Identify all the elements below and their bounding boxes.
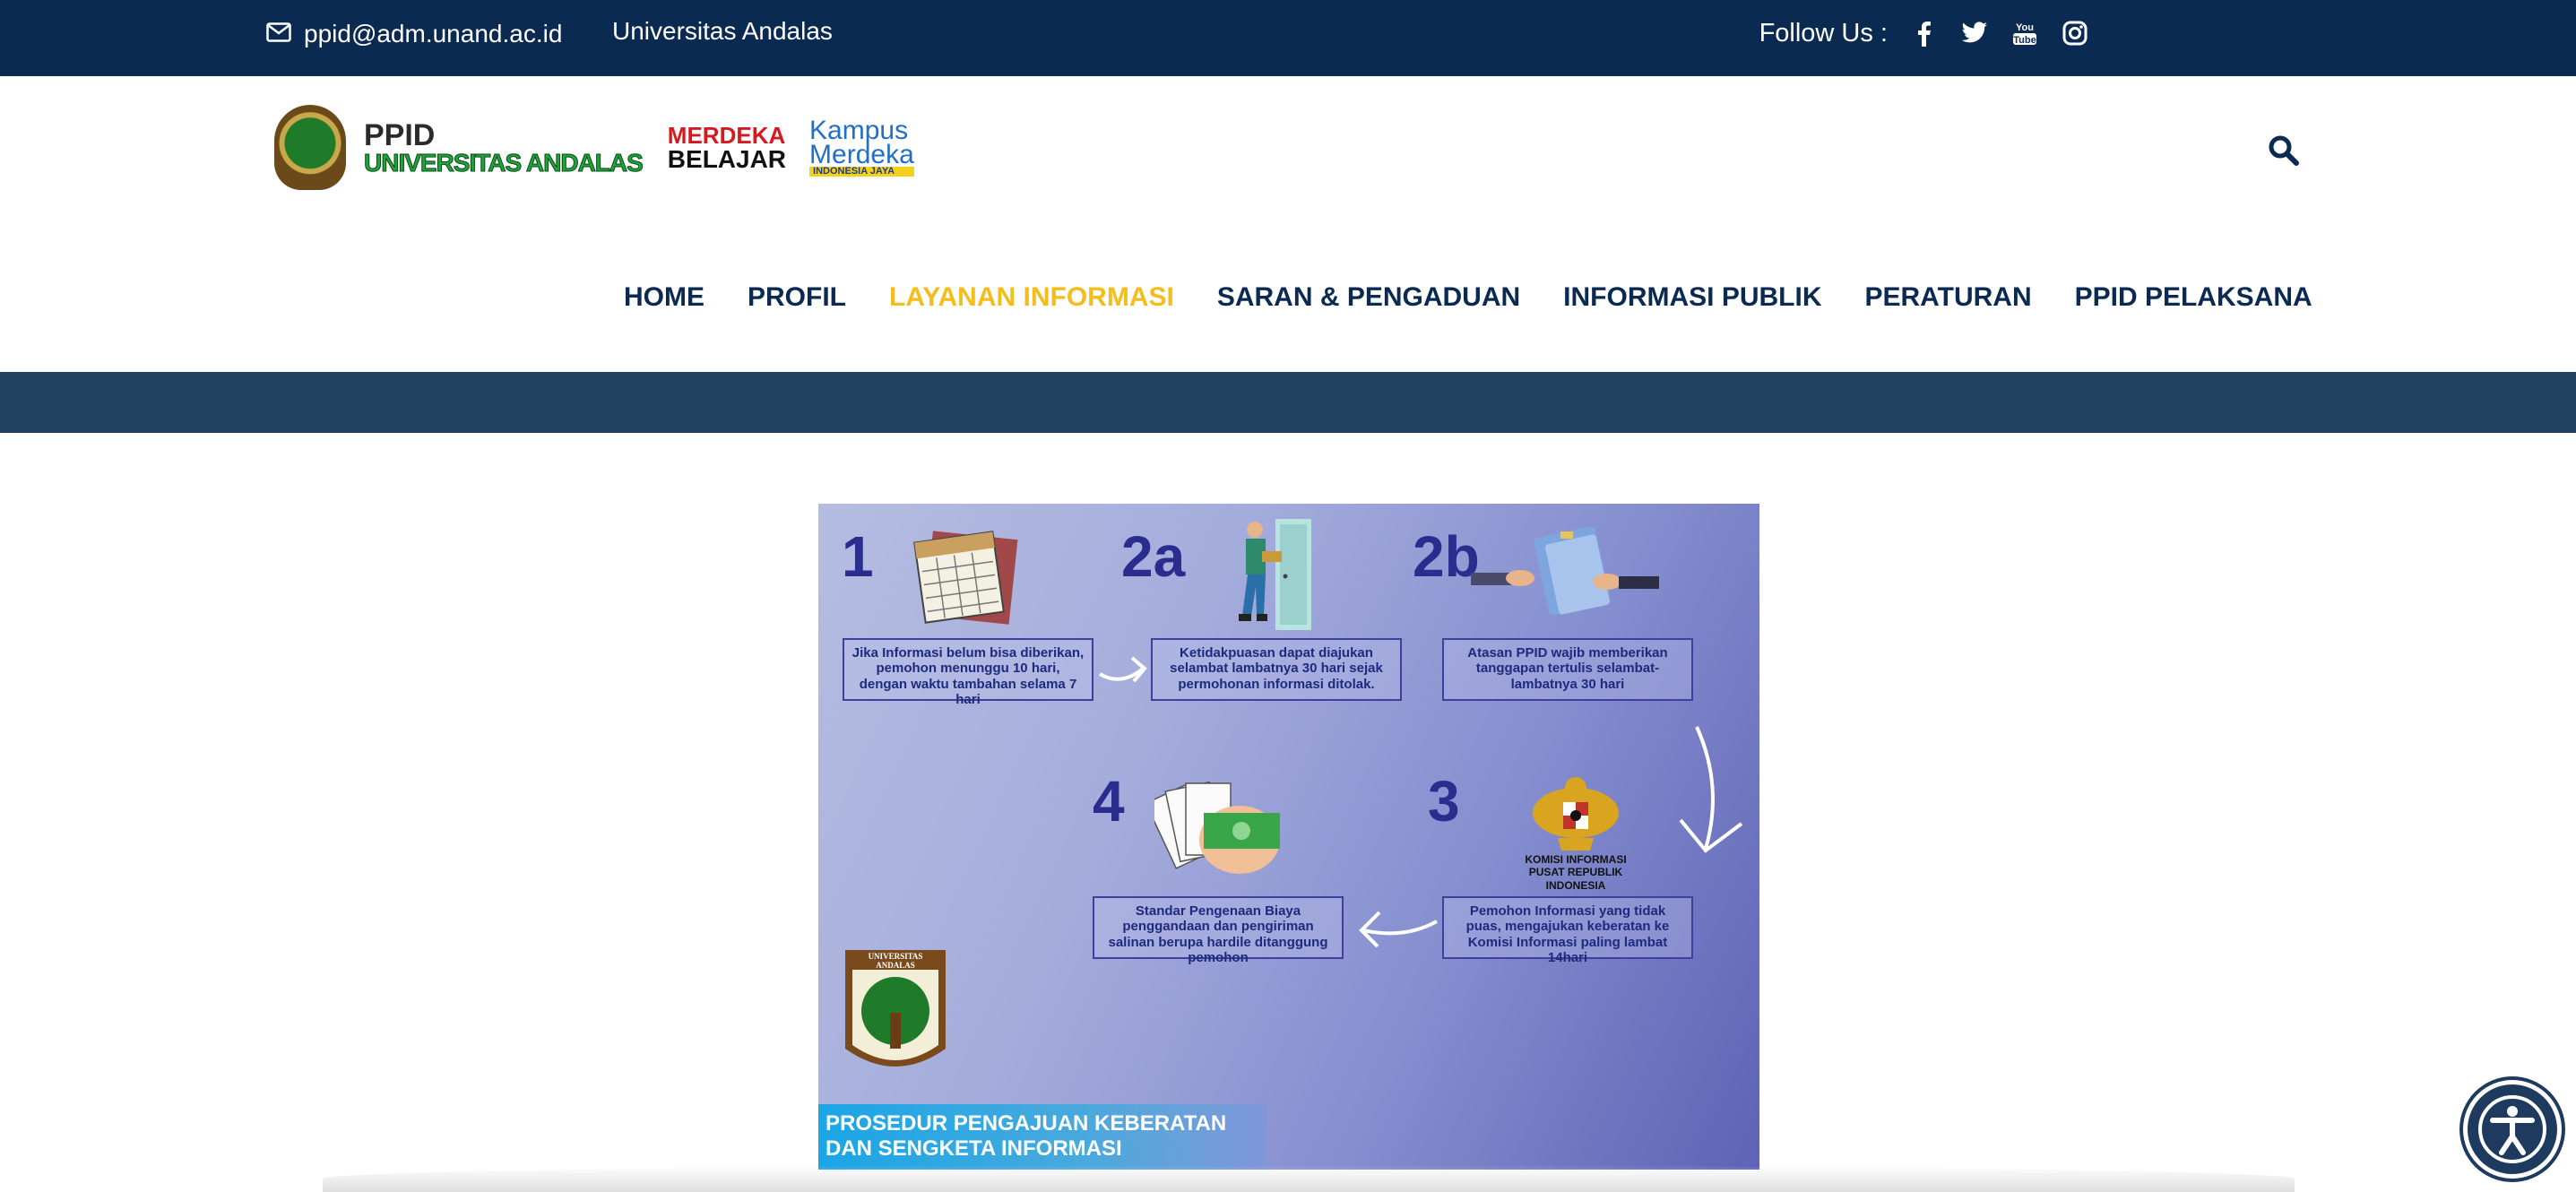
nav-layanan-informasi[interactable]: LAYANAN INFORMASI bbox=[889, 282, 1174, 313]
page-title-banner bbox=[0, 372, 2576, 433]
arrow-left-icon bbox=[1351, 898, 1440, 956]
belajar-text: BELAJAR bbox=[667, 144, 787, 173]
logo-ppid: PPID bbox=[364, 117, 436, 152]
kampus-merdeka-logo: Kampus Merdeka INDONESIA JAYA bbox=[809, 115, 914, 177]
nav-peraturan[interactable]: PERATURAN bbox=[1865, 282, 2032, 313]
arrow-down-icon bbox=[1670, 723, 1750, 871]
follow-us: Follow Us : You Tube bbox=[1759, 18, 2088, 48]
procedure-infographic: 1 Jika Informasi belum bisa diberikan, p… bbox=[818, 504, 1759, 1170]
step-1-number: 1 bbox=[842, 524, 874, 589]
contact-email[interactable]: ppid@adm.unand.ac.id bbox=[266, 20, 562, 48]
merdeka-belajar-logo: MERDEKA BELAJAR bbox=[668, 124, 786, 172]
main-nav: HOME PROFIL LAYANAN INFORMASI SARAN & PE… bbox=[624, 282, 2312, 313]
site-name[interactable]: Universitas Andalas bbox=[612, 17, 833, 46]
step-4-text: Standar Pengenaan Biaya penggandaan dan … bbox=[1093, 896, 1344, 965]
garuda-emblem-icon bbox=[1531, 768, 1621, 858]
accessibility-icon[interactable] bbox=[2463, 1080, 2562, 1179]
arrow-right-icon bbox=[1096, 647, 1150, 696]
instagram-icon[interactable] bbox=[2062, 18, 2088, 48]
twitter-icon[interactable] bbox=[1961, 18, 1988, 48]
email-text: ppid@adm.unand.ac.id bbox=[304, 20, 563, 48]
komisi-label: KOMISI INFORMASI PUSAT REPUBLIK INDONESI… bbox=[1525, 853, 1627, 892]
merdeka-text: MERDEKA bbox=[667, 121, 786, 149]
nav-informasi-publik[interactable]: INFORMASI PUBLIK bbox=[1563, 282, 1821, 313]
indonesia-jaya-text: INDONESIA JAYA bbox=[809, 166, 914, 177]
caption-line-1: PROSEDUR PENGAJUAN KEBERATAN bbox=[826, 1111, 1227, 1136]
kampus-text: Kampus bbox=[809, 115, 909, 145]
caption-line-2: DAN SENGKETA INFORMASI bbox=[826, 1136, 1122, 1161]
step-2a-number: 2a bbox=[1121, 524, 1186, 589]
step-2b-number: 2b bbox=[1413, 524, 1480, 589]
step-2b-text: Atasan PPID wajib memberikan tanggapan t… bbox=[1442, 638, 1693, 701]
svg-text:You: You bbox=[2016, 22, 2034, 33]
calendar-icon bbox=[912, 526, 1020, 629]
logo-university: UNIVERSITAS ANDALAS bbox=[364, 148, 644, 177]
step-4-number: 4 bbox=[1093, 769, 1125, 834]
youtube-icon[interactable]: You Tube bbox=[2011, 18, 2038, 48]
svg-text:Tube: Tube bbox=[2013, 35, 2036, 46]
merdeka-text-blue: Merdeka bbox=[809, 139, 914, 169]
content-card-edge bbox=[323, 1165, 2295, 1192]
nav-ppid-pelaksana[interactable]: PPID PELAKSANA bbox=[2075, 282, 2312, 313]
seal-label: UNIVERSITAS ANDALAS bbox=[868, 952, 923, 970]
nav-home[interactable]: HOME bbox=[624, 282, 705, 313]
site-logo[interactable]: PPID UNIVERSITAS ANDALAS MERDEKA BELAJAR… bbox=[274, 105, 914, 190]
ppid-seal-logo bbox=[274, 105, 346, 190]
facebook-icon[interactable] bbox=[1911, 18, 1938, 48]
search-icon[interactable] bbox=[2268, 134, 2300, 167]
nav-profil[interactable]: PROFIL bbox=[748, 282, 846, 313]
document-handover-icon bbox=[1471, 526, 1659, 620]
mail-icon bbox=[266, 20, 291, 48]
step-3-number: 3 bbox=[1428, 769, 1460, 834]
site-header: PPID UNIVERSITAS ANDALAS MERDEKA BELAJAR… bbox=[0, 76, 2576, 372]
nav-saran-pengaduan[interactable]: SARAN & PENGADUAN bbox=[1217, 282, 1520, 313]
money-hand-icon bbox=[1145, 781, 1289, 885]
step-1-text: Jika Informasi belum bisa diberikan, pem… bbox=[843, 638, 1094, 707]
step-2a-text: Ketidakpuasan dapat diajukan selambat la… bbox=[1151, 638, 1402, 701]
university-seal-logo: UNIVERSITAS ANDALAS bbox=[836, 950, 955, 1084]
top-bar: ppid@adm.unand.ac.id Universitas Andalas… bbox=[0, 0, 2576, 76]
ppid-logo-text: PPID UNIVERSITAS ANDALAS bbox=[364, 117, 644, 177]
follow-label: Follow Us : bbox=[1759, 18, 1888, 48]
infographic-caption: PROSEDUR PENGAJUAN KEBERATAN DAN SENGKET… bbox=[818, 1104, 1266, 1170]
step-3-text: Pemohon Informasi yang tidak puas, menga… bbox=[1442, 896, 1693, 965]
person-door-icon bbox=[1226, 517, 1325, 638]
